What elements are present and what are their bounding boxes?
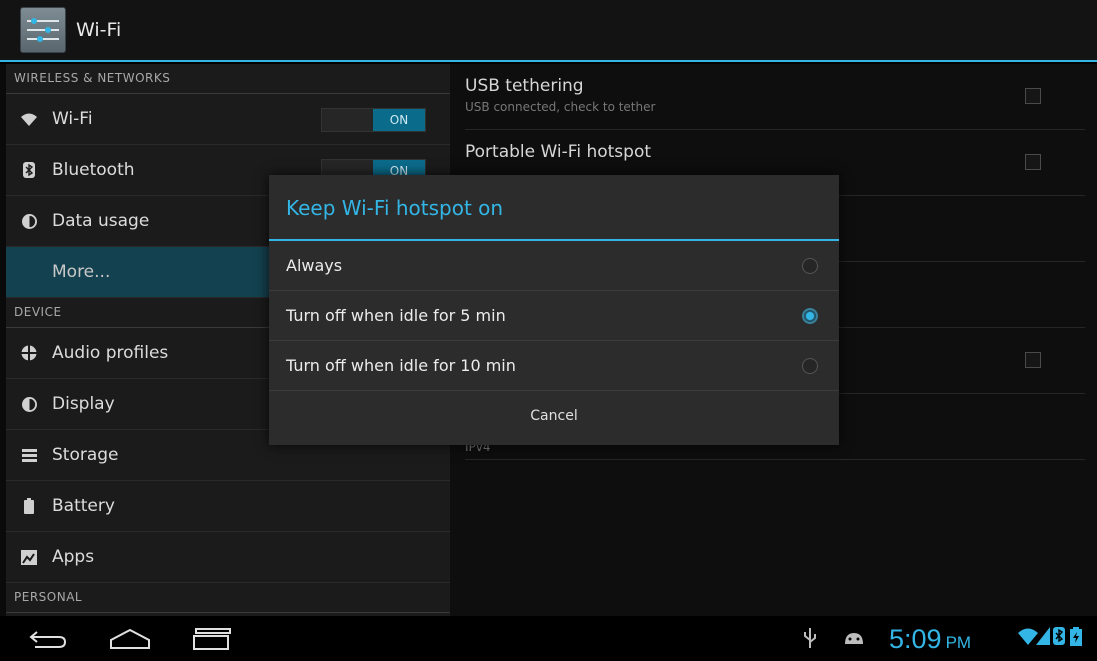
sidebar-item-battery[interactable]: Battery bbox=[6, 481, 450, 532]
pie-chart-icon bbox=[20, 212, 38, 230]
sidebar-item-wifi[interactable]: Wi-Fi ON bbox=[6, 94, 450, 145]
bluetooth-status-icon bbox=[1053, 627, 1065, 649]
recent-apps-icon[interactable] bbox=[182, 624, 242, 654]
settings-app-icon[interactable] bbox=[20, 7, 66, 53]
usb-tethering-checkbox[interactable] bbox=[1025, 88, 1041, 104]
radio-button-checked[interactable] bbox=[802, 308, 818, 324]
apps-icon bbox=[20, 548, 38, 566]
sidebar-item-label: Storage bbox=[52, 445, 119, 465]
battery-icon bbox=[20, 497, 38, 515]
wifi-icon bbox=[20, 110, 38, 128]
keep-hotspot-on-dialog: Keep Wi-Fi hotspot on Always Turn off wh… bbox=[269, 175, 839, 445]
option-label: Turn off when idle for 10 min bbox=[286, 356, 516, 375]
wifi-signal-icon bbox=[1018, 627, 1038, 649]
option-label: Always bbox=[286, 256, 343, 275]
section-header-personal: PERSONAL bbox=[6, 583, 450, 613]
audio-profiles-icon bbox=[20, 344, 38, 362]
pref-title: Portable Wi-Fi hotspot bbox=[465, 142, 652, 162]
system-bar: 5:09 PM bbox=[0, 616, 1097, 661]
cell-signal-icon bbox=[1036, 627, 1050, 649]
android-debug-icon bbox=[843, 630, 865, 650]
clock-time: 5:09 bbox=[889, 624, 942, 654]
sidebar-item-label: Battery bbox=[52, 496, 115, 516]
wifi-toggle[interactable]: ON bbox=[321, 108, 426, 132]
bluetooth-icon bbox=[20, 161, 38, 179]
pref-title: USB tethering bbox=[465, 76, 584, 96]
portable-hotspot-checkbox[interactable] bbox=[1025, 154, 1041, 170]
storage-icon bbox=[20, 446, 38, 464]
toggle-on-label: ON bbox=[373, 109, 425, 131]
option-label: Turn off when idle for 5 min bbox=[286, 306, 506, 325]
sidebar-item-label: Apps bbox=[52, 547, 95, 567]
pref-usb-tethering[interactable]: USB tethering USB connected, check to te… bbox=[465, 64, 1085, 130]
sidebar-item-apps[interactable]: Apps bbox=[6, 532, 450, 583]
radio-button[interactable] bbox=[802, 258, 818, 274]
sidebar-item-label: Audio profiles bbox=[52, 343, 169, 363]
action-bar: Wi-Fi bbox=[0, 0, 1097, 62]
sidebar-item-label: More... bbox=[52, 262, 111, 282]
option-always[interactable]: Always bbox=[269, 241, 839, 291]
sidebar-item-label: Display bbox=[52, 394, 115, 414]
sidebar-item-label: Data usage bbox=[52, 211, 150, 231]
dialog-title: Keep Wi-Fi hotspot on bbox=[269, 175, 839, 241]
usb-icon bbox=[803, 628, 817, 652]
clock-ampm: PM bbox=[945, 633, 972, 652]
sidebar-item-label: Bluetooth bbox=[52, 160, 135, 180]
option-idle-5-min[interactable]: Turn off when idle for 5 min bbox=[269, 291, 839, 341]
radio-button[interactable] bbox=[802, 358, 818, 374]
section-header-wireless: WIRELESS & NETWORKS bbox=[6, 64, 450, 94]
battery-charging-icon bbox=[1070, 627, 1082, 650]
page-title: Wi-Fi bbox=[76, 19, 122, 41]
cancel-button[interactable]: Cancel bbox=[269, 391, 839, 441]
pref-summary: USB connected, check to tether bbox=[465, 100, 656, 114]
option-idle-10-min[interactable]: Turn off when idle for 10 min bbox=[269, 341, 839, 391]
clock: 5:09 PM bbox=[889, 624, 971, 655]
pref-checkbox[interactable] bbox=[1025, 352, 1041, 368]
back-icon[interactable] bbox=[18, 624, 78, 654]
display-icon bbox=[20, 395, 38, 413]
home-icon[interactable] bbox=[100, 624, 160, 654]
sidebar-item-label: Wi-Fi bbox=[52, 109, 93, 129]
